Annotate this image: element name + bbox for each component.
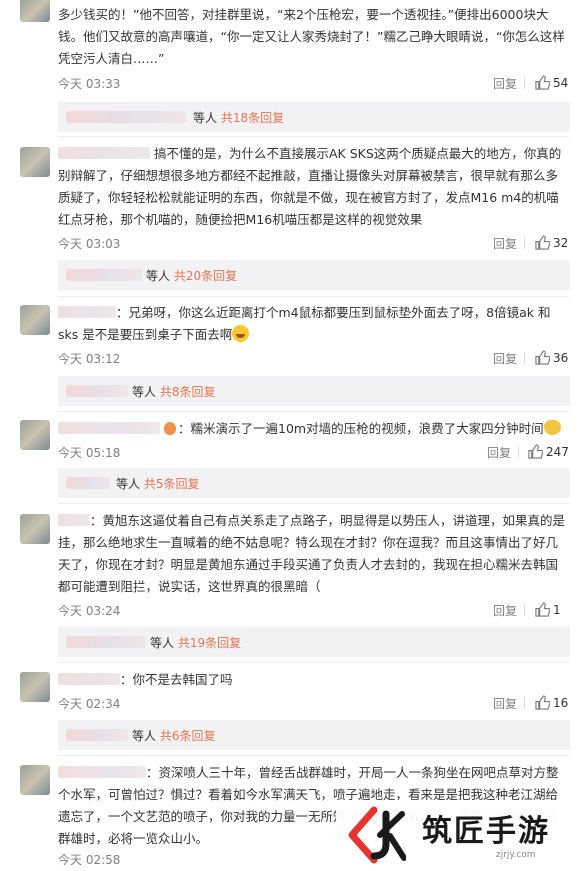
comment-time: 今天 02:34	[58, 697, 121, 711]
like-count: 54	[553, 76, 569, 90]
avatar[interactable]	[20, 672, 50, 702]
thumbs-up-icon	[535, 602, 551, 617]
thumbs-up-icon	[535, 695, 551, 710]
comment-text: ：你不是去韩国了吗	[58, 669, 570, 691]
comment-text: ：糯米演示了一遍10m对墙的压枪的视频，浪费了大家四分钟时间	[58, 418, 570, 440]
reply-prefix: 等人	[146, 269, 171, 283]
avatar[interactable]	[20, 420, 50, 450]
reply-prefix: 等人	[116, 477, 141, 491]
like-count: 36	[553, 351, 569, 365]
user-name[interactable]	[58, 147, 150, 159]
like-count: 1	[553, 603, 561, 617]
avatar[interactable]	[20, 305, 50, 335]
reply-count-link[interactable]: 共8条回复	[160, 385, 216, 399]
comment-time: 今天 03:33	[58, 77, 121, 91]
reply-button[interactable]: 回复	[493, 350, 517, 367]
thumbs-up-icon	[535, 75, 551, 90]
fire-badge-icon	[163, 422, 176, 435]
avatar[interactable]	[20, 0, 50, 22]
reply-button[interactable]: 回复	[493, 235, 517, 252]
reply-button[interactable]: 回复	[493, 75, 517, 92]
user-name[interactable]	[58, 673, 120, 685]
comment-time: 今天 03:12	[58, 352, 121, 366]
divider	[58, 136, 570, 137]
reply-button[interactable]: 回复	[493, 695, 517, 712]
reply-summary[interactable]: 等人 共19条回复	[58, 627, 570, 657]
reply-summary[interactable]: 等人 共18条回复	[58, 102, 570, 132]
divider	[58, 411, 570, 412]
reply-count-link[interactable]: 共5条回复	[144, 477, 200, 491]
like-button[interactable]: 36	[535, 350, 568, 365]
like-count: 16	[553, 696, 569, 710]
reply-summary[interactable]: 等人 共6条回复	[58, 720, 570, 750]
watermark-url: zjrjy.com	[496, 850, 536, 860]
like-count: 32	[553, 236, 569, 250]
user-name[interactable]	[58, 306, 116, 318]
divider	[58, 296, 570, 297]
watermark-name: 筑匠手游	[422, 814, 550, 849]
site-watermark: 筑匠手游 zjrjy.com	[336, 800, 584, 871]
comment-time: 今天 05:18	[58, 446, 121, 460]
comment-body: ：糯米演示了一遍10m对墙的压枪的视频，浪费了大家四分钟时间	[177, 421, 544, 436]
comment-text: 搞不懂的是，为什么不直接展示AK SKS这两个质疑点最大的地方，你真的别辩解了，…	[58, 143, 570, 231]
reply-user-names	[66, 111, 186, 123]
user-name[interactable]	[58, 422, 160, 434]
separator	[524, 604, 525, 616]
separator	[518, 446, 519, 458]
reply-count-link[interactable]: 共19条回复	[178, 636, 241, 650]
reply-count-link[interactable]: 共18条回复	[221, 111, 284, 125]
divider	[58, 662, 570, 663]
laughing-emoji-icon	[232, 325, 250, 342]
comment-text: ：兄弟呀，你这么近距离打个m4鼠标都要压到鼠标垫外面去了呀，8倍镜ak 和sks…	[58, 302, 570, 346]
reply-prefix: 等人	[193, 111, 218, 125]
reply-button[interactable]: 回复	[487, 444, 511, 461]
reply-user-names	[66, 477, 110, 489]
like-button[interactable]: 54	[535, 75, 568, 90]
thumbs-up-icon	[535, 350, 551, 365]
comment-body: ：你不是去韩国了吗	[120, 672, 233, 687]
separator	[524, 697, 525, 709]
separator	[524, 77, 525, 89]
comment-body: ：兄弟呀，你这么近距离打个m4鼠标都要压到鼠标垫外面去了呀，8倍镜ak 和sks…	[58, 305, 551, 342]
avatar[interactable]	[20, 765, 50, 795]
comment-text: 多少钱买的！”他不回答，对挂群里说，“来2个压枪宏，要一个透视挂。”便排出600…	[58, 7, 565, 66]
comment-time: 今天 03:24	[58, 604, 121, 618]
reply-prefix: 等人	[132, 385, 157, 399]
user-name[interactable]	[58, 514, 90, 526]
comment-text: ：黄旭东这逼仗着自己有点关系走了点路子，明显得是以势压人，讲道理，如果真的是挂，…	[58, 510, 570, 598]
reply-prefix: 等人	[132, 729, 157, 743]
user-name[interactable]	[58, 766, 146, 778]
like-count: 247	[546, 445, 569, 459]
reply-user-names	[66, 385, 128, 397]
like-button[interactable]: 1	[535, 602, 561, 617]
comment-body: ：黄旭东这逼仗着自己有点关系走了点路子，明显得是以势压人，讲道理，如果真的是挂，…	[58, 513, 566, 594]
reply-user-names	[66, 269, 142, 281]
reply-button[interactable]: 回复	[493, 602, 517, 619]
reply-user-names	[66, 729, 128, 741]
reply-summary[interactable]: 等人 共20条回复	[58, 260, 570, 290]
cat-emoji-icon	[543, 420, 561, 435]
like-button[interactable]: 247	[528, 444, 569, 459]
like-button[interactable]: 16	[535, 695, 568, 710]
avatar[interactable]	[20, 514, 50, 544]
reply-prefix: 等人	[150, 636, 175, 650]
reply-count-link[interactable]: 共6条回复	[160, 729, 216, 743]
like-button[interactable]: 32	[535, 235, 568, 250]
reply-count-link[interactable]: 共20条回复	[174, 269, 237, 283]
reply-summary[interactable]: 等人 共5条回复	[58, 468, 570, 498]
watermark-logo	[348, 806, 406, 864]
thumbs-up-icon	[528, 444, 544, 459]
comment-time: 今天 03:03	[58, 237, 121, 251]
reply-user-names	[66, 636, 146, 648]
thumbs-up-icon	[535, 235, 551, 250]
separator	[524, 237, 525, 249]
separator	[524, 352, 525, 364]
avatar[interactable]	[20, 147, 50, 177]
divider	[58, 503, 570, 504]
reply-summary[interactable]: 等人 共8条回复	[58, 376, 570, 406]
divider	[58, 755, 570, 756]
comment-time: 今天 02:58	[58, 853, 121, 867]
